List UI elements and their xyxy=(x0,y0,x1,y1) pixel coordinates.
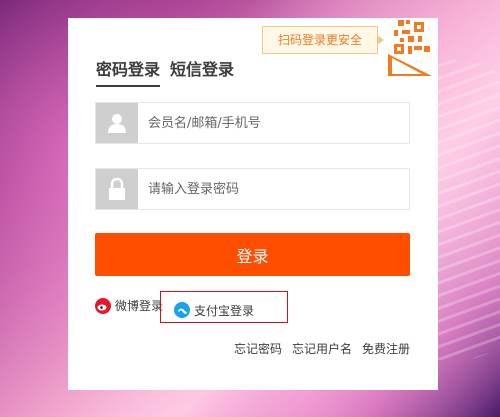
weibo-login-label: 微博登录 xyxy=(115,299,164,313)
login-tabs: 密码登录 短信登录 xyxy=(96,56,234,87)
alternative-logins: 微博登录 支付宝登录 xyxy=(95,297,254,318)
account-links: 忘记密码 忘记用户名 免费注册 xyxy=(234,340,410,357)
password-input[interactable] xyxy=(138,169,409,209)
username-input[interactable] xyxy=(138,103,409,143)
login-card: 扫码登录更安全 密码登录 短信登录 会员名/邮箱/手机号 登录 微博登录 支付宝… xyxy=(68,18,438,390)
tab-sms-login[interactable]: 短信登录 xyxy=(170,56,234,87)
username-field xyxy=(95,102,410,144)
qr-code-icon[interactable] xyxy=(388,18,432,76)
tab-password-login[interactable]: 密码登录 xyxy=(96,56,161,87)
password-field xyxy=(95,168,410,210)
user-icon xyxy=(96,103,138,143)
forgot-password-link[interactable]: 忘记密码 xyxy=(234,340,282,357)
lock-icon xyxy=(96,169,138,209)
weibo-login-link[interactable]: 微博登录 xyxy=(95,297,163,314)
forgot-username-link[interactable]: 忘记用户名 xyxy=(292,340,352,357)
qr-login-tip: 扫码登录更安全 xyxy=(262,26,384,54)
alipay-highlight-box xyxy=(160,291,288,323)
weibo-icon xyxy=(95,297,111,314)
register-link[interactable]: 免费注册 xyxy=(362,340,410,357)
login-button[interactable]: 登录 xyxy=(95,233,410,276)
